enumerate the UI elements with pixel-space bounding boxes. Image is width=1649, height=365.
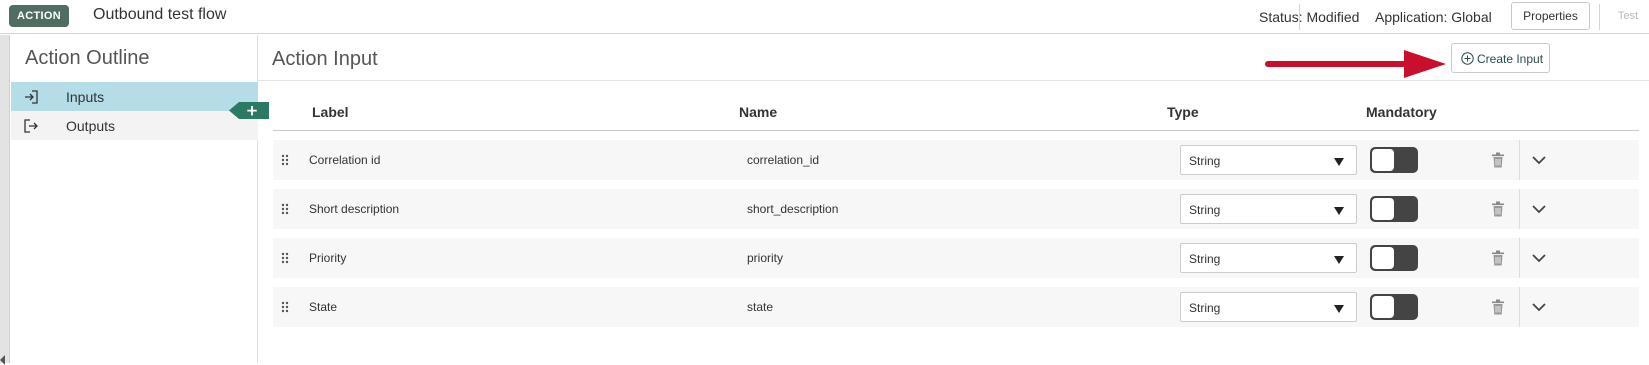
type-select-value: String: [1189, 301, 1221, 315]
type-select-value: String: [1189, 154, 1221, 168]
type-select[interactable]: String: [1180, 243, 1357, 273]
column-header-mandatory: Mandatory: [1366, 104, 1437, 120]
properties-button[interactable]: Properties: [1511, 2, 1590, 30]
type-select-value: String: [1189, 252, 1221, 266]
action-input-panel: Action Input Create Input Label Name Typ…: [258, 35, 1649, 363]
input-name-cell[interactable]: short_description: [747, 202, 838, 216]
header-divider: [1299, 4, 1300, 30]
output-icon: [24, 119, 38, 133]
dropdown-caret-icon: [1334, 207, 1344, 215]
type-select-value: String: [1189, 203, 1221, 217]
header-divider: [273, 130, 1639, 131]
mandatory-toggle[interactable]: [1370, 245, 1418, 271]
type-select[interactable]: String: [1180, 145, 1357, 175]
drag-handle-icon[interactable]: [281, 154, 289, 166]
dropdown-caret-icon: [1334, 305, 1344, 313]
mandatory-toggle[interactable]: [1370, 196, 1418, 222]
collapse-strip[interactable]: [0, 35, 10, 365]
outline-item-inputs[interactable]: Inputs: [11, 82, 258, 111]
mandatory-toggle[interactable]: [1370, 294, 1418, 320]
chevron-down-icon[interactable]: [1531, 252, 1547, 264]
trash-icon[interactable]: [1491, 152, 1505, 168]
outline-item-label: Inputs: [66, 89, 105, 105]
dropdown-caret-icon: [1334, 256, 1344, 264]
toggle-knob: [1372, 149, 1394, 171]
row-divider: [1519, 238, 1520, 278]
table-row: Short description short_description Stri…: [273, 189, 1639, 229]
drag-handle-icon[interactable]: [281, 301, 289, 313]
trash-icon[interactable]: [1491, 299, 1505, 315]
input-icon: [25, 90, 38, 104]
outline-title: Action Outline: [25, 47, 150, 69]
table-row: State state String: [273, 287, 1639, 327]
table-row: Correlation id correlation_id String: [273, 140, 1639, 180]
application-text: Application: Global: [1375, 9, 1492, 25]
header-divider: [1599, 4, 1600, 30]
toggle-knob: [1372, 296, 1394, 318]
outline-item-outputs[interactable]: Outputs: [11, 111, 258, 140]
drag-handle-icon[interactable]: [281, 252, 289, 264]
create-input-button[interactable]: Create Input: [1451, 43, 1550, 73]
input-label-cell[interactable]: Priority: [309, 251, 346, 265]
status-text: Status: Modified: [1259, 9, 1360, 25]
annotation-arrow-icon: [1265, 50, 1446, 78]
trash-icon[interactable]: [1491, 250, 1505, 266]
table-row: Priority priority String: [273, 238, 1639, 278]
flow-title: Outbound test flow: [93, 6, 227, 23]
trash-icon[interactable]: [1491, 201, 1505, 217]
row-divider: [1519, 140, 1520, 180]
action-badge: ACTION: [9, 5, 69, 27]
drag-handle-icon[interactable]: [281, 203, 289, 215]
toggle-knob: [1372, 247, 1394, 269]
action-outline-panel: Action Outline Inputs Outputs +: [11, 35, 269, 363]
type-select[interactable]: String: [1180, 194, 1357, 224]
page-title: Action Input: [272, 48, 378, 70]
input-label-cell[interactable]: Short description: [309, 202, 399, 216]
plus-icon: +: [246, 102, 259, 119]
test-button[interactable]: Test: [1608, 2, 1648, 30]
outline-item-label: Outputs: [66, 118, 116, 134]
chevron-down-icon[interactable]: [1531, 301, 1547, 313]
mandatory-toggle[interactable]: [1370, 147, 1418, 173]
column-header-type: Type: [1167, 104, 1199, 120]
input-name-cell[interactable]: priority: [747, 251, 783, 265]
chevron-down-icon[interactable]: [1531, 203, 1547, 215]
create-input-label: Create Input: [1477, 52, 1544, 66]
chevron-down-icon[interactable]: [1531, 154, 1547, 166]
toggle-knob: [1372, 198, 1394, 220]
row-divider: [1519, 189, 1520, 229]
input-label-cell[interactable]: State: [309, 300, 337, 314]
dropdown-caret-icon: [1334, 158, 1344, 166]
collapse-arrow-icon[interactable]: [0, 355, 5, 365]
row-divider: [1519, 287, 1520, 327]
column-header-name: Name: [739, 104, 778, 120]
type-select[interactable]: String: [1180, 292, 1357, 322]
input-name-cell[interactable]: state: [747, 300, 773, 314]
add-circle-icon: [1461, 52, 1474, 65]
input-name-cell[interactable]: correlation_id: [747, 153, 819, 167]
top-header: ACTION Outbound test flow Status: Modifi…: [0, 0, 1649, 34]
input-label-cell[interactable]: Correlation id: [309, 153, 380, 167]
column-header-label: Label: [312, 104, 349, 120]
